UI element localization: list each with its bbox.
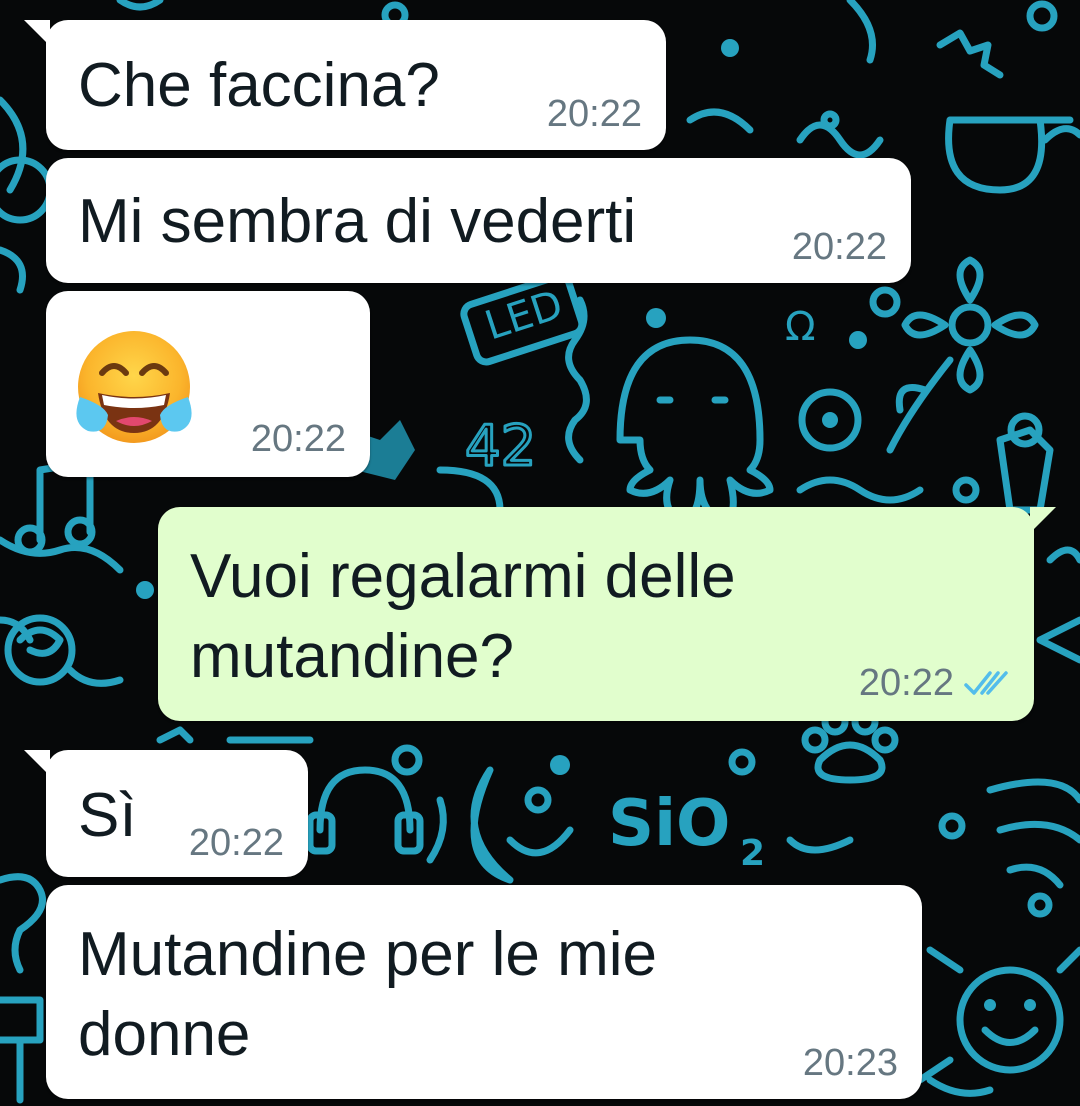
message-text: Vuoi regalarmi delle mutandine? <box>190 542 736 691</box>
message-bubble-outgoing[interactable]: Vuoi regalarmi delle mutandine? 20:22 <box>158 507 1056 721</box>
message-timestamp: 20:23 <box>802 1042 898 1084</box>
message-bubble-incoming[interactable]: Mi sembra di vederti 20:22 <box>46 158 911 283</box>
message-text: Che faccina? <box>78 51 440 120</box>
doodle-42: 42 <box>465 414 536 479</box>
message-timestamp: 20:22 <box>250 418 346 460</box>
message-timestamp: 20:22 <box>791 226 887 268</box>
message-timestamp: 20:22 <box>858 662 954 704</box>
message-text: Mutandine per le mie donne <box>78 920 657 1069</box>
doodle-sio-subscript: 2 <box>740 833 765 874</box>
message-time: 20:23 <box>803 1042 898 1085</box>
message-text: Sì <box>78 781 137 850</box>
message-bubble-incoming-emoji[interactable]: 20:22 <box>46 291 370 477</box>
message-time: 20:22 <box>547 93 642 136</box>
message-bubble-incoming[interactable]: Che faccina? 20:22 <box>24 20 666 150</box>
message-time: 20:22 <box>792 226 887 269</box>
message-bubble-incoming[interactable]: Mutandine per le mie donne 20:23 <box>46 885 922 1099</box>
message-timestamp: 20:22 <box>546 93 642 135</box>
doodle-sio: SiO <box>608 787 730 861</box>
message-time: 20:22 <box>251 418 346 461</box>
bubble-tail <box>24 20 50 46</box>
face-with-tears-of-joy-icon <box>72 327 196 451</box>
bubble-tail <box>1030 507 1056 533</box>
message-timestamp: 20:22 <box>188 822 284 864</box>
bubble-tail <box>24 750 50 776</box>
read-receipt-double-check-icon <box>964 670 1008 695</box>
message-bubble-incoming[interactable]: Sì 20:22 <box>24 750 308 877</box>
message-time: 20:22 <box>189 822 284 865</box>
message-text: Mi sembra di vederti <box>78 187 637 256</box>
chat-area[interactable]: LED Ω 42 SiO 2 Che faccina? 20:22 Mi sem… <box>0 0 1080 1106</box>
message-time: 20:22 <box>859 662 1010 705</box>
svg-text:Ω: Ω <box>785 304 816 350</box>
